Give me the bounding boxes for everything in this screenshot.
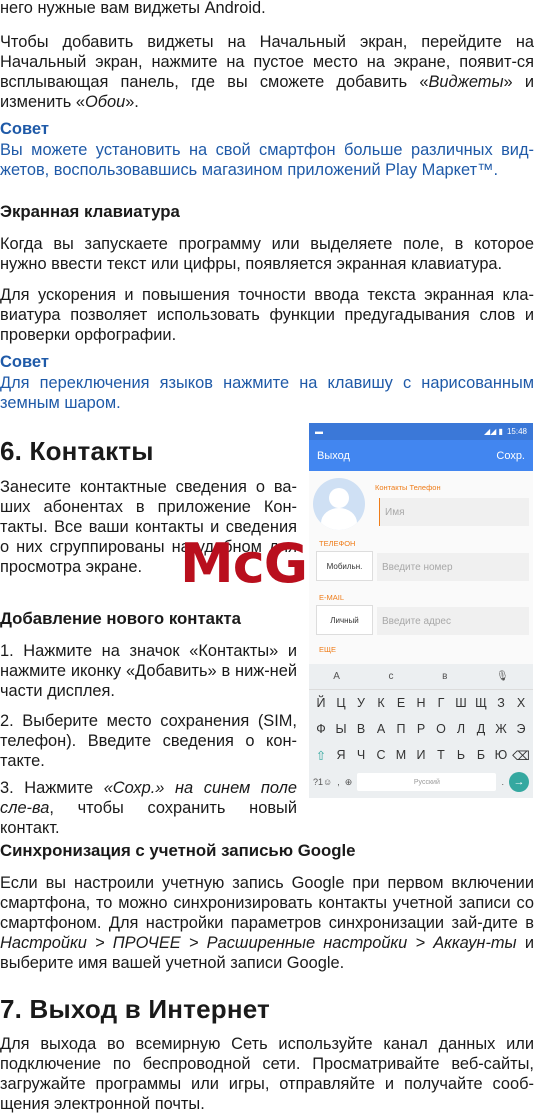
contacts-heading: 6. Контакты <box>0 436 154 466</box>
phone-screenshot: ▬ ◢◢ ▮ 15:48 Выход Сохр. Контакты Телефо… <box>309 423 533 798</box>
key[interactable]: И <box>411 748 431 762</box>
key[interactable]: Ч <box>351 748 371 762</box>
key[interactable]: Г <box>431 696 451 710</box>
suggestion-bar: А с в 🎙 <box>309 664 533 690</box>
internet-heading: 7. Выход в Интернет <box>0 994 270 1024</box>
sync-em-path: Настройки > ПРОЧЕЕ > Расширенные настрой… <box>0 934 517 952</box>
phone-section-label: ТЕЛЕФОН <box>319 539 356 548</box>
key[interactable]: Д <box>471 722 491 736</box>
key[interactable]: А <box>371 722 391 736</box>
key[interactable]: Щ <box>471 696 491 710</box>
key[interactable]: Э <box>511 722 531 736</box>
symbols-key[interactable]: ?1☺ <box>313 777 332 787</box>
key[interactable]: Ш <box>451 696 471 710</box>
key[interactable]: Х <box>511 696 531 710</box>
key[interactable]: К <box>371 696 391 710</box>
sync-paragraph: Если вы настроили учетную запись Google … <box>0 873 534 973</box>
phone-type-selector[interactable]: Мобильн. <box>316 551 373 581</box>
intro-em-wallpaper: Обои <box>84 93 126 111</box>
save-button[interactable]: Сохр. <box>496 450 525 462</box>
keyboard-heading: Экранная клавиатура <box>0 202 180 221</box>
intro-text-c: ». <box>125 93 139 111</box>
key[interactable]: Ц <box>331 696 351 710</box>
key[interactable]: З <box>491 696 511 710</box>
signal-icon: ◢◢ ▮ <box>484 427 503 436</box>
sync-heading: Синхронизация с учетной записью Google <box>0 841 356 860</box>
intro-paragraph: Чтобы добавить виджеты на Начальный экра… <box>0 32 534 112</box>
key[interactable]: Т <box>431 748 451 762</box>
step-3-text-a: 3. Нажмите <box>0 779 104 797</box>
key[interactable]: Ы <box>331 722 351 736</box>
avatar-icon[interactable] <box>313 478 365 530</box>
step-3: 3. Нажмите «Сохр.» на синем поле сле-ва,… <box>0 778 297 838</box>
more-button[interactable]: ЕЩЕ <box>319 645 336 654</box>
tip-heading-2: Совет <box>0 353 49 371</box>
key[interactable]: Ж <box>491 722 511 736</box>
intro-em-widgets: Виджеты <box>428 73 504 91</box>
comma-key[interactable]: , <box>337 777 340 787</box>
status-left-icon: ▬ <box>315 427 323 436</box>
intro-line: него нужные вам виджеты Android. <box>0 0 266 17</box>
email-type-selector[interactable]: Личный <box>316 605 373 635</box>
key[interactable]: Ю <box>491 748 511 762</box>
add-contact-heading: Добавление нового контакта <box>0 609 241 628</box>
globe-icon[interactable]: ⊕ <box>345 777 353 788</box>
key[interactable]: Л <box>451 722 471 736</box>
tip-heading: Совет <box>0 120 49 138</box>
step-1: 1. Нажмите на значок «Контакты» и нажмит… <box>0 642 297 700</box>
key[interactable]: Б <box>471 748 491 762</box>
email-field[interactable]: Введите адрес <box>377 607 529 635</box>
key[interactable]: У <box>351 696 371 710</box>
tip-text-2: Для переключения языков нажмите на клави… <box>0 374 534 412</box>
key-row-2: Ф Ы В А П Р О Л Д Ж Э <box>309 716 533 742</box>
space-key[interactable]: Русский <box>357 773 497 791</box>
tip-text: Вы можете установить на свой смартфон бо… <box>0 141 534 179</box>
key[interactable]: Й <box>311 696 331 710</box>
key[interactable]: Р <box>411 722 431 736</box>
status-time: 15:48 <box>506 427 527 436</box>
key[interactable]: В <box>351 722 371 736</box>
sync-text-a: Если вы настроили учетную запись Google … <box>0 874 534 932</box>
suggestion[interactable]: А <box>333 671 340 682</box>
key[interactable]: Я <box>331 748 351 762</box>
backspace-key-icon[interactable]: ⌫ <box>511 748 531 763</box>
keyboard-paragraph-2: Для ускорения и повышения точности ввода… <box>0 286 534 344</box>
enter-key-icon[interactable]: → <box>509 772 529 792</box>
step-2: 2. Выберите место сохранения (SIM, телеф… <box>0 712 297 770</box>
mic-icon[interactable]: 🎙 <box>496 671 509 682</box>
key[interactable]: П <box>391 722 411 736</box>
key[interactable]: О <box>431 722 451 736</box>
key-row-bottom: ?1☺ , ⊕ Русский . → <box>309 768 533 796</box>
name-field[interactable]: Имя <box>379 498 529 526</box>
phone-field[interactable]: Введите номер <box>377 553 529 581</box>
exit-button[interactable]: Выход <box>317 450 350 462</box>
shift-key-icon[interactable]: ⇧ <box>311 748 331 763</box>
account-label: Контакты Телефон <box>375 483 441 492</box>
status-bar: ▬ ◢◢ ▮ 15:48 <box>309 423 533 440</box>
suggestion[interactable]: в <box>442 671 447 682</box>
key[interactable]: М <box>391 748 411 762</box>
suggestion[interactable]: с <box>389 671 394 682</box>
key[interactable]: Е <box>391 696 411 710</box>
action-bar: Выход Сохр. <box>309 440 533 471</box>
key[interactable]: Ф <box>311 722 331 736</box>
key[interactable]: Ь <box>451 748 471 762</box>
email-section-label: E-MAIL <box>319 593 345 602</box>
key[interactable]: С <box>371 748 391 762</box>
onscreen-keyboard: А с в 🎙 Й Ц У К Е Н Г Ш Щ З Х Ф Ы В А П … <box>309 664 533 798</box>
key-row-3: ⇧ Я Ч С М И Т Ь Б Ю ⌫ <box>309 742 533 768</box>
internet-paragraph: Для выхода во всемирную Сеть используйте… <box>0 1035 534 1113</box>
key-row-1: Й Ц У К Е Н Г Ш Щ З Х <box>309 690 533 716</box>
key[interactable]: Н <box>411 696 431 710</box>
keyboard-paragraph-1: Когда вы запускаете программу или выделя… <box>0 235 534 273</box>
period-key[interactable]: . <box>501 777 504 787</box>
